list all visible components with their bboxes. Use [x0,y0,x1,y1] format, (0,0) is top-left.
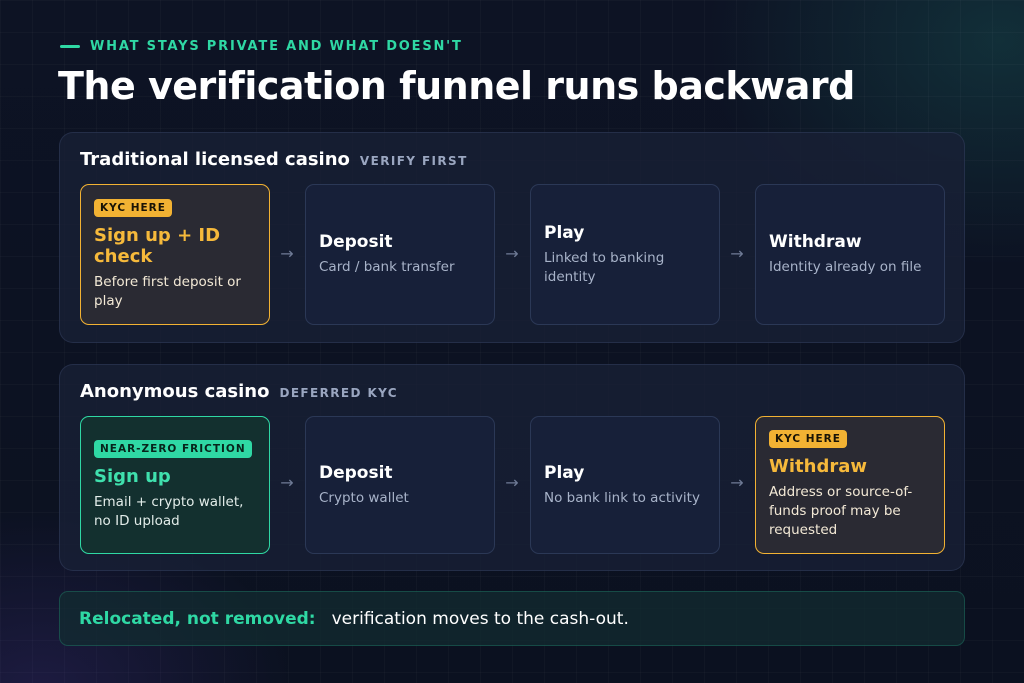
step-description: Linked to banking identity [544,249,665,285]
panel-title: Traditional licensed casino [80,149,350,170]
arrow-right-icon: → [505,473,519,492]
arrow-right-icon: → [280,473,294,492]
callout-lead: Relocated, not removed: [79,608,316,629]
step-title: Sign up + ID check [94,224,221,267]
traditional-casino-panel: Traditional licensed casino VERIFY FIRST… [59,132,965,343]
step-title: Play [544,462,585,483]
step-title: Play [544,222,585,243]
step-title: Sign up [94,465,171,487]
kicker-dash [60,45,80,48]
panel-header: Anonymous casino DEFERRED KYC [80,381,398,402]
summary-callout: Relocated, not removed: verification mov… [59,591,965,646]
arrow-right-icon: → [730,473,744,492]
step-description: Identity already on file [769,259,922,275]
panel-tag: VERIFY FIRST [359,154,468,168]
arrow-right-icon: → [280,244,294,263]
step-withdraw: Withdraw Identity already on file [755,184,945,325]
step-play: Play Linked to banking identity [530,184,720,325]
step-title: Withdraw [769,232,862,252]
kyc-badge: KYC HERE [769,430,847,448]
step-description: No bank link to activity [544,489,700,506]
step-signup: NEAR-ZERO FRICTION Sign up Email + crypt… [80,416,270,554]
kicker-text: WHAT STAYS PRIVATE AND WHAT DOESN'T [90,39,463,54]
step-description: Before first deposit or play [94,273,241,309]
step-deposit: Deposit Crypto wallet [305,416,495,554]
step-title: Deposit [319,462,393,483]
step-description: Card / bank transfer [319,259,455,275]
arrow-right-icon: → [505,244,519,263]
arrow-right-icon: → [730,244,744,263]
page-title: The verification funnel runs backward [58,64,855,108]
section-kicker: WHAT STAYS PRIVATE AND WHAT DOESN'T [60,39,463,54]
step-description: Email + crypto wallet, no ID upload [94,493,244,529]
step-description: Crypto wallet [319,489,409,506]
step-title: Deposit [319,232,393,252]
anonymous-casino-panel: Anonymous casino DEFERRED KYC NEAR-ZERO … [59,364,965,571]
panel-title: Anonymous casino [80,381,270,402]
panel-header: Traditional licensed casino VERIFY FIRST [80,149,468,170]
kyc-badge: KYC HERE [94,198,172,217]
callout-text: verification moves to the cash-out. [331,608,629,629]
step-deposit: Deposit Card / bank transfer [305,184,495,325]
panel-tag: DEFERRED KYC [279,386,399,400]
step-play: Play No bank link to activity [530,416,720,554]
step-title: Withdraw [769,456,867,477]
step-withdraw-kyc: KYC HERE Withdraw Address or source-of-f… [755,416,945,554]
friction-badge: NEAR-ZERO FRICTION [94,439,252,458]
step-description: Address or source-of-funds proof may be … [769,484,913,538]
step-signup-id-check: KYC HERE Sign up + ID check Before first… [80,184,270,325]
